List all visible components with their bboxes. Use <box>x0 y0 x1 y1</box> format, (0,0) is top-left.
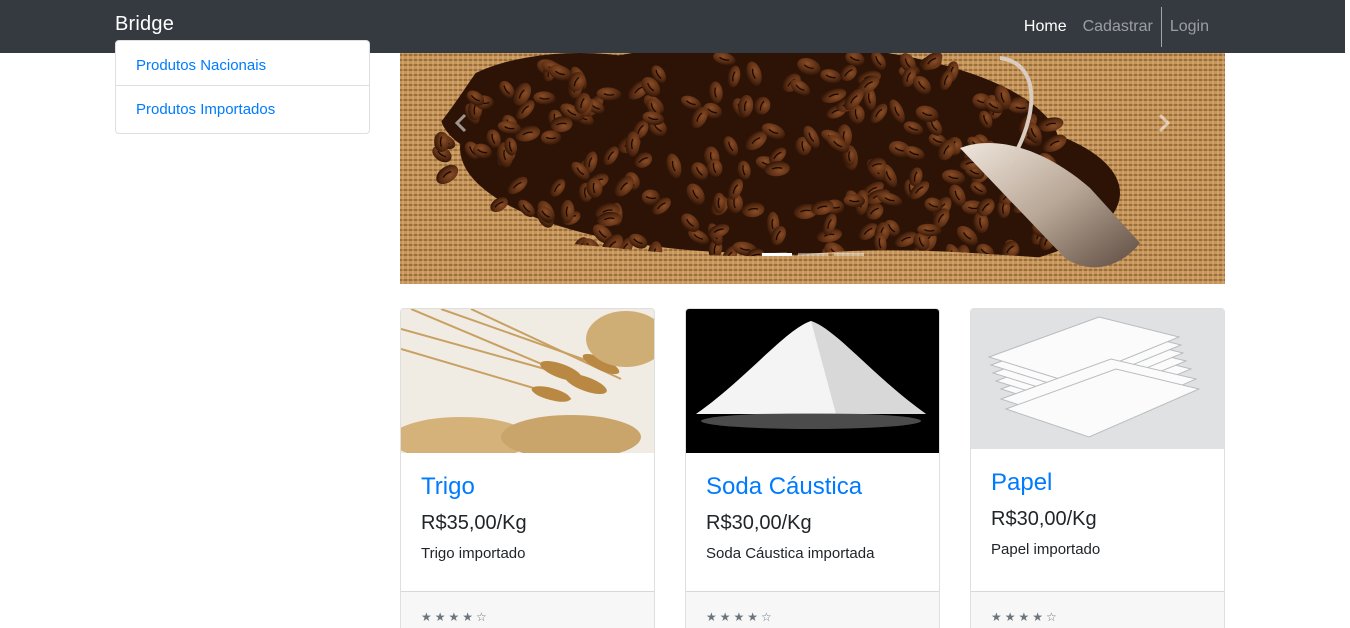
white-powder-image <box>686 309 939 453</box>
paper-stack-image <box>971 309 1224 449</box>
card-body: Papel R$30,00/Kg Papel importado <box>971 449 1224 578</box>
wheat-image <box>401 309 654 453</box>
card-body: Soda Cáustica R$30,00/Kg Soda Cáustica i… <box>686 453 939 582</box>
card-footer: ★★★★☆ <box>971 591 1224 628</box>
product-price: R$30,00/Kg <box>991 507 1097 530</box>
product-title[interactable]: Trigo <box>421 473 634 502</box>
card-footer: ★★★★☆ <box>686 591 939 628</box>
product-price: R$30,00/Kg <box>706 511 812 534</box>
carousel-indicator-1[interactable] <box>761 253 792 256</box>
product-title[interactable]: Papel <box>991 469 1204 498</box>
sidebar-item-produtos-importados[interactable]: Produtos Importados <box>116 85 369 133</box>
sidebar-item-produtos-nacionais[interactable]: Produtos Nacionais <box>116 41 369 85</box>
nav-link-cadastrar[interactable]: Cadastrar <box>1075 18 1161 36</box>
rating-stars: ★★★★☆ <box>421 610 490 624</box>
product-card-trigo: Trigo R$35,00/Kg Trigo importado ★★★★☆ <box>400 308 655 628</box>
carousel-indicator-2[interactable] <box>797 253 828 256</box>
hero-carousel <box>400 53 1225 284</box>
product-card-soda-caustica: Soda Cáustica R$30,00/Kg Soda Cáustica i… <box>685 308 940 628</box>
nav-link-home[interactable]: Home <box>1016 18 1075 36</box>
product-price: R$35,00/Kg <box>421 511 527 534</box>
nav-links: Home Cadastrar Login <box>1016 0 1217 53</box>
product-card-papel: Papel R$30,00/Kg Papel importado ★★★★☆ <box>970 308 1225 628</box>
carousel-indicators <box>400 253 1225 256</box>
card-body: Trigo R$35,00/Kg Trigo importado <box>401 453 654 582</box>
coffee-beans-image <box>400 53 1225 284</box>
carousel-next-icon[interactable] <box>1151 111 1175 135</box>
carousel-prev-icon[interactable] <box>450 111 474 135</box>
rating-stars: ★★★★☆ <box>706 610 775 624</box>
nav-link-login[interactable]: Login <box>1162 18 1217 36</box>
product-description: Papel importado <box>991 540 1101 558</box>
sidebar-category-list: Produtos Nacionais Produtos Importados <box>115 40 370 134</box>
rating-stars: ★★★★☆ <box>991 610 1060 624</box>
carousel-indicator-3[interactable] <box>833 253 864 256</box>
product-description: Soda Cáustica importada <box>706 544 875 562</box>
product-title[interactable]: Soda Cáustica <box>706 473 919 502</box>
brand-logo[interactable]: Bridge <box>115 13 174 36</box>
product-description: Trigo importado <box>421 544 526 562</box>
card-footer: ★★★★☆ <box>401 591 654 628</box>
